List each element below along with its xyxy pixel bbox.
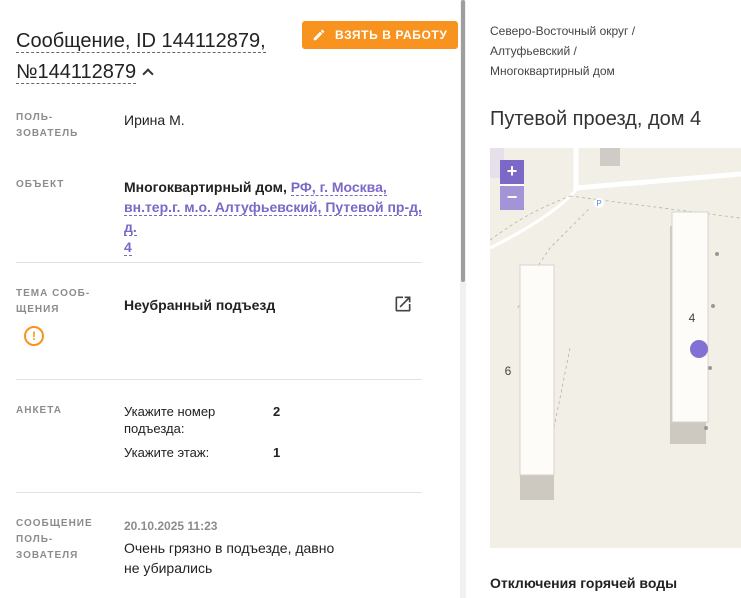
breadcrumb: Северо-Восточный округ / Алтуфьевский / … <box>490 21 730 81</box>
chevron-up-icon[interactable] <box>142 68 154 80</box>
external-link-icon[interactable] <box>393 294 413 314</box>
building-4-label: 4 <box>689 311 696 325</box>
zoom-in-button[interactable]: + <box>500 160 524 184</box>
map[interactable]: P 4 6 + − <box>490 148 741 548</box>
user-message-date: 20.10.2025 11:23 <box>124 519 218 533</box>
user-message-text: Очень грязно в подъезде, давно не убирал… <box>124 538 334 578</box>
topic-label-line1: ТЕМА СООБ- <box>16 288 91 299</box>
object-label: ОБЪЕКТ <box>16 179 65 190</box>
object-panel: Северо-Восточный округ / Алтуфьевский / … <box>466 0 741 598</box>
scrollbar-thumb[interactable] <box>461 0 465 282</box>
message-panel: Сообщение, ID 144112879, №144112879 ВЗЯТ… <box>0 0 460 598</box>
survey-question-2: Укажите этаж: <box>124 445 210 460</box>
building-6-label: 6 <box>505 364 512 378</box>
message-title: Сообщение, ID 144112879, №144112879 <box>16 26 296 88</box>
warning-icon: ! <box>24 326 44 346</box>
zoom-controls: + − <box>500 160 524 210</box>
user-label-line1: ПОЛЬ- <box>16 112 54 123</box>
hot-water-outage-title: Отключения горячей воды <box>490 575 678 591</box>
breadcrumb-object-type[interactable]: Многоквартирный дом <box>490 64 615 78</box>
parking-label: P <box>596 199 601 208</box>
map-canvas: P 4 6 <box>490 148 741 548</box>
user-message-label-line2: ПОЛЬ- <box>16 534 54 545</box>
survey-answer-2: 1 <box>273 445 281 460</box>
topic-label: ТЕМА СООБ- ЩЕНИЯ <box>16 286 90 318</box>
breadcrumb-district[interactable]: Северо-Восточный округ / <box>490 24 635 38</box>
take-to-work-label: ВЗЯТЬ В РАБОТУ <box>335 28 448 42</box>
message-title-line2: №144112879 <box>16 61 137 84</box>
survey-question-1-line1: Укажите номер <box>124 404 216 419</box>
divider <box>16 262 422 263</box>
topic-value: Неубранный подъезд <box>124 297 276 313</box>
user-message-text-line2: не убирались <box>124 560 213 576</box>
user-message-label-line1: СООБЩЕНИЕ <box>16 518 93 529</box>
survey-question-1: Укажите номер подъезда: <box>124 403 215 437</box>
breadcrumb-area[interactable]: Алтуфьевский / <box>490 44 577 58</box>
user-value: Ирина М. <box>124 112 185 128</box>
user-label-line2: ЗОВАТЕЛЬ <box>16 128 79 139</box>
user-message-label-line3: ЗОВАТЕЛЯ <box>16 550 79 561</box>
divider <box>16 379 422 380</box>
object-address-title: Путевой проезд, дом 4 <box>490 108 702 130</box>
survey-question-1-line2: подъезда: <box>124 421 185 436</box>
user-message-label: СООБЩЕНИЕ ПОЛЬ- ЗОВАТЕЛЯ <box>16 516 93 564</box>
object-address-link-2[interactable]: вн.тер.г. м.о. Алтуфьевский, Путевой пр-… <box>124 199 422 236</box>
user-label: ПОЛЬ- ЗОВАТЕЛЬ <box>16 110 78 142</box>
survey-label: АНКЕТА <box>16 405 62 416</box>
object-type: Многоквартирный дом, <box>124 179 287 195</box>
take-to-work-button[interactable]: ВЗЯТЬ В РАБОТУ <box>302 21 458 49</box>
pencil-icon <box>313 29 325 41</box>
divider <box>16 492 422 493</box>
zoom-out-button[interactable]: − <box>500 186 524 210</box>
topic-label-line2: ЩЕНИЯ <box>16 304 60 315</box>
object-value: Многоквартирный дом, РФ, г. Москва, вн.т… <box>124 177 424 257</box>
survey-answer-1: 2 <box>273 404 281 419</box>
user-message-text-line1: Очень грязно в подъезде, давно <box>124 540 335 556</box>
object-address-link-3[interactable]: 4 <box>124 239 132 256</box>
message-title-line1: Сообщение, ID 144112879, <box>16 30 266 53</box>
object-address-link-1[interactable]: РФ, г. Москва, <box>290 179 387 196</box>
